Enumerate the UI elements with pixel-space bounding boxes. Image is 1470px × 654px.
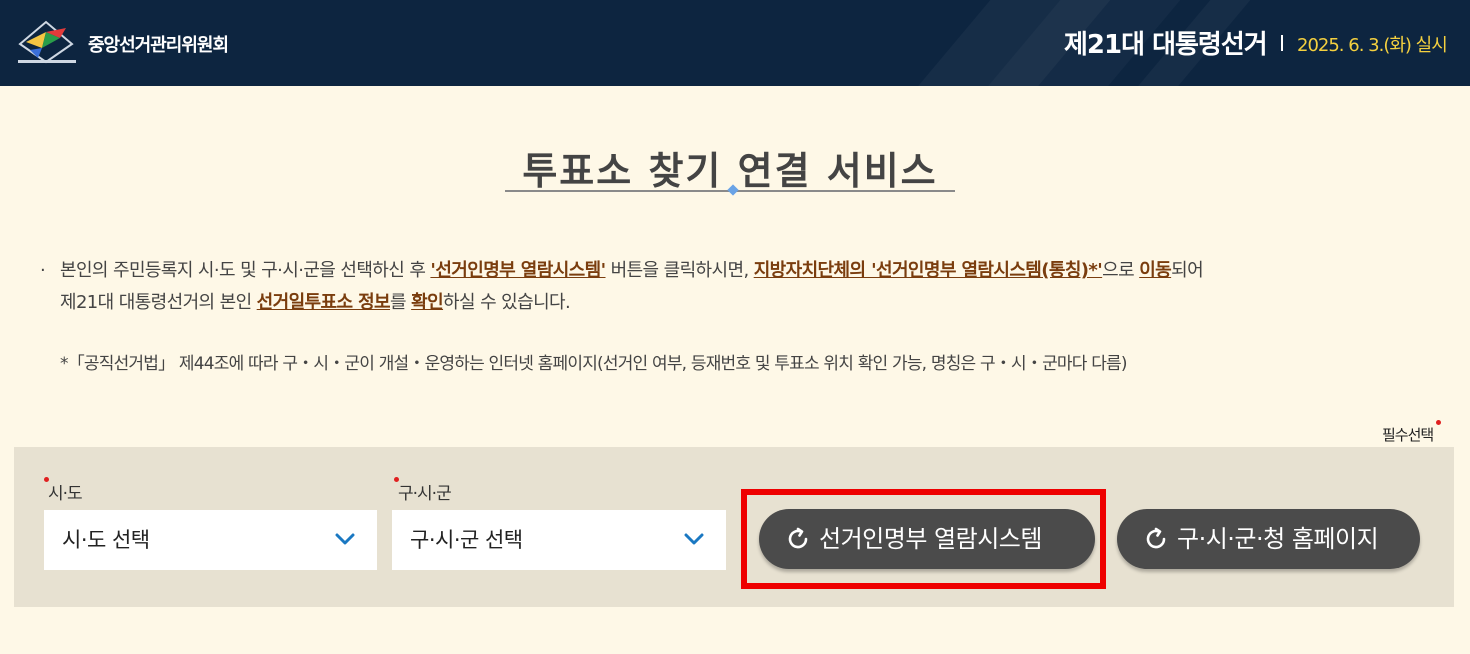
highlight-box bbox=[741, 489, 1106, 589]
bullet-icon: · bbox=[40, 260, 46, 281]
text: 되어 bbox=[1171, 260, 1204, 281]
chevron-down-icon bbox=[684, 533, 704, 545]
required-dot-icon bbox=[1436, 420, 1442, 425]
org-name[interactable]: 중앙선거관리위원회 bbox=[88, 31, 229, 57]
election-date: 2025. 6. 3.(화) 실시 bbox=[1297, 35, 1448, 56]
district-homepage-button-label: 구·시·군·청 홈페이지 bbox=[1177, 525, 1379, 553]
emphasis-text: 확인 bbox=[411, 292, 444, 313]
gusigun-select-value: 구·시·군 선택 bbox=[410, 528, 523, 552]
sido-label: 시·도 bbox=[44, 477, 83, 504]
required-dot-icon bbox=[394, 477, 399, 482]
chevron-down-icon bbox=[335, 533, 355, 545]
gusigun-label: 구·시·군 bbox=[394, 477, 452, 504]
gusigun-label-text: 구·시·군 bbox=[398, 484, 452, 504]
description-line-1: 본인의 주민등록지 시·도 및 구·시·군을 선택하신 후 '선거인명부 열람시… bbox=[60, 255, 1204, 287]
emphasis-text: '선거인명부 열람시스템' bbox=[430, 260, 606, 281]
required-dot-icon bbox=[44, 477, 49, 482]
emphasis-text: 선거일투표소 정보 bbox=[256, 292, 391, 313]
required-legend: 필수선택 bbox=[1382, 420, 1442, 445]
text: 하실 수 있습니다. bbox=[443, 292, 571, 313]
sido-label-text: 시·도 bbox=[48, 484, 83, 504]
site-header: 중앙선거관리위원회 제21대 대통령선거 2025. 6. 3.(화) 실시 bbox=[0, 0, 1470, 86]
emphasis-text: 지방자치단체의 '선거인명부 열람시스템(통칭)*' bbox=[753, 260, 1103, 281]
refresh-icon bbox=[1146, 527, 1166, 549]
text: 으로 bbox=[1102, 260, 1140, 281]
gusigun-select[interactable]: 구·시·군 선택 bbox=[392, 510, 726, 570]
nec-logo-icon[interactable] bbox=[16, 18, 78, 66]
emphasis-text: 이동 bbox=[1139, 260, 1172, 281]
description-line-2: 제21대 대통령선거의 본인 선거일투표소 정보를 확인하실 수 있습니다. bbox=[60, 287, 571, 319]
required-label: 필수선택 bbox=[1382, 426, 1434, 444]
election-title: 제21대 대통령선거 bbox=[1064, 30, 1268, 60]
footnote: *「공직선거법」 제44조에 따라 구・시・군이 개설・운영하는 인터넷 홈페이… bbox=[60, 354, 1128, 374]
text: 본인의 주민등록지 시·도 및 구·시·군을 선택하신 후 bbox=[60, 260, 431, 281]
text: 제21대 대통령선거의 본인 bbox=[60, 292, 257, 313]
text: 를 bbox=[390, 292, 412, 313]
district-homepage-button[interactable]: 구·시·군·청 홈페이지 bbox=[1117, 509, 1420, 569]
text: 버튼을 클릭하시면, bbox=[605, 260, 754, 281]
sido-select-value: 시·도 선택 bbox=[62, 528, 150, 552]
sido-select[interactable]: 시·도 선택 bbox=[44, 510, 377, 570]
header-divider bbox=[1281, 35, 1283, 51]
